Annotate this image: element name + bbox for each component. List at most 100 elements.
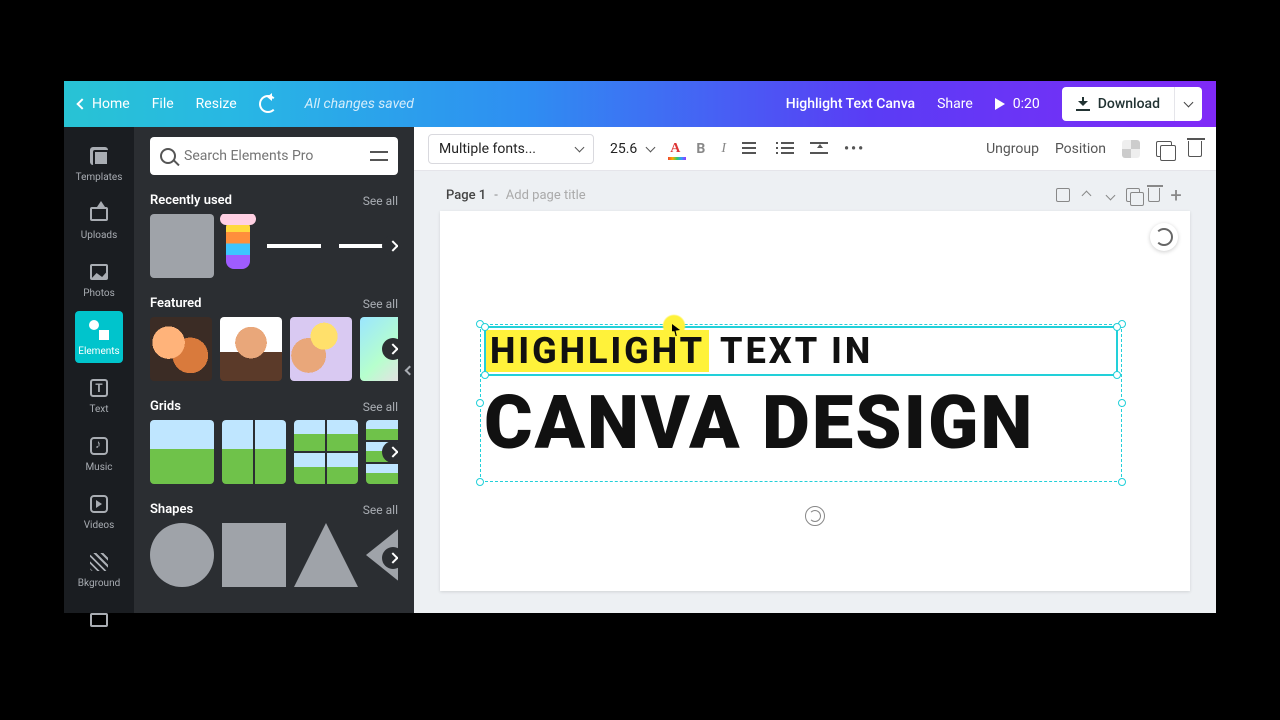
featured-thumb-2[interactable] bbox=[220, 317, 282, 381]
app-window: Home File Resize All changes saved Highl… bbox=[64, 81, 1216, 613]
filter-icon[interactable] bbox=[370, 149, 388, 163]
rail-background[interactable]: Bkground bbox=[75, 543, 123, 595]
page-notes-icon[interactable] bbox=[1056, 188, 1070, 202]
background-icon bbox=[90, 553, 108, 571]
page-up-icon[interactable] bbox=[1078, 187, 1094, 203]
recent-scroll-right[interactable] bbox=[382, 235, 398, 257]
shapes-row bbox=[150, 523, 398, 593]
recent-see-all[interactable]: See all bbox=[363, 194, 398, 208]
more-button[interactable]: ••• bbox=[844, 141, 865, 157]
duplicate-icon[interactable] bbox=[1156, 141, 1172, 157]
home-label: Home bbox=[92, 96, 130, 112]
uploads-icon bbox=[90, 207, 108, 221]
rail-videos[interactable]: Videos bbox=[75, 485, 123, 537]
text-line-1-selected[interactable]: HIGHLIGHT TEXT IN bbox=[484, 326, 1118, 376]
delete-icon[interactable] bbox=[1188, 141, 1202, 157]
featured-see-all[interactable]: See all bbox=[363, 297, 398, 311]
text-group[interactable]: HIGHLIGHT TEXT IN CANVA DESIGN bbox=[484, 326, 1118, 467]
home-button[interactable]: Home bbox=[78, 96, 130, 112]
recent-title: Recently used bbox=[150, 193, 232, 208]
videos-icon bbox=[90, 495, 108, 513]
bold-button[interactable]: B bbox=[696, 141, 705, 157]
handle-icon[interactable] bbox=[481, 323, 489, 331]
search-box[interactable] bbox=[150, 137, 398, 175]
rail-text[interactable]: TText bbox=[75, 369, 123, 421]
font-size-dropdown[interactable]: 25.6 bbox=[610, 141, 654, 157]
context-toolbar: Multiple fonts... 25.6 A B I ••• Ungroup… bbox=[414, 127, 1216, 171]
grid-thumb-1[interactable] bbox=[150, 420, 214, 484]
tool-rail: Templates Uploads Photos Elements TText … bbox=[64, 127, 134, 613]
italic-button[interactable]: I bbox=[721, 141, 726, 157]
handle-icon[interactable] bbox=[476, 399, 484, 407]
handle-icon[interactable] bbox=[1118, 399, 1126, 407]
reset-icon[interactable] bbox=[1150, 223, 1178, 251]
share-button[interactable]: Share bbox=[937, 96, 973, 112]
shapes-title: Shapes bbox=[150, 502, 193, 517]
chevron-down-icon bbox=[575, 142, 585, 152]
download-button[interactable]: Download bbox=[1062, 87, 1174, 121]
rail-elements[interactable]: Elements bbox=[75, 311, 123, 363]
grid-thumb-3[interactable] bbox=[294, 420, 358, 484]
music-icon bbox=[90, 437, 108, 455]
shapes-scroll-right[interactable] bbox=[382, 547, 398, 569]
download-caret[interactable] bbox=[1174, 87, 1202, 121]
rail-templates[interactable]: Templates bbox=[75, 137, 123, 189]
document-title[interactable]: Highlight Text Canva bbox=[786, 96, 915, 112]
top-nav: Home File Resize All changes saved Highl… bbox=[64, 81, 1216, 127]
canvas-area[interactable]: Page 1 - Add page title + bbox=[414, 171, 1216, 613]
grids-see-all[interactable]: See all bbox=[363, 400, 398, 414]
grids-row bbox=[150, 420, 398, 484]
rail-music[interactable]: Music bbox=[75, 427, 123, 479]
shape-triangle[interactable] bbox=[294, 523, 358, 587]
elements-sidebar: Recently used See all FeaturedSee all bbox=[134, 127, 414, 613]
recent-thumb-square[interactable] bbox=[150, 214, 214, 278]
rotate-handle-icon[interactable] bbox=[805, 506, 825, 526]
editor: Multiple fonts... 25.6 A B I ••• Ungroup… bbox=[414, 127, 1216, 613]
shape-square[interactable] bbox=[222, 523, 286, 587]
featured-thumb-3[interactable] bbox=[290, 317, 352, 381]
text-color-button[interactable]: A bbox=[670, 141, 680, 157]
list-button[interactable] bbox=[776, 142, 794, 156]
search-input[interactable] bbox=[184, 148, 362, 164]
resize-menu[interactable]: Resize bbox=[196, 96, 237, 112]
position-button[interactable]: Position bbox=[1055, 141, 1106, 157]
rail-more[interactable] bbox=[75, 601, 123, 639]
section-featured: FeaturedSee all bbox=[134, 290, 414, 393]
featured-scroll-right[interactable] bbox=[382, 338, 398, 360]
page-add-icon[interactable]: + bbox=[1168, 187, 1184, 203]
cursor-highlight-icon bbox=[662, 314, 686, 338]
text-line-2[interactable]: CANVA DESIGN bbox=[484, 380, 1118, 467]
recent-thumb-line[interactable] bbox=[262, 214, 326, 278]
font-dropdown[interactable]: Multiple fonts... bbox=[428, 134, 594, 164]
grids-scroll-right[interactable] bbox=[382, 441, 398, 463]
page-down-icon[interactable] bbox=[1102, 187, 1118, 203]
present-button[interactable]: 0:20 bbox=[995, 96, 1040, 112]
text-icon: T bbox=[90, 379, 108, 397]
sidebar-collapse-handle[interactable] bbox=[402, 340, 414, 400]
rail-photos[interactable]: Photos bbox=[75, 253, 123, 305]
alignment-button[interactable] bbox=[742, 142, 760, 156]
handle-icon[interactable] bbox=[1113, 323, 1121, 331]
handle-icon[interactable] bbox=[481, 371, 489, 379]
spacing-button[interactable] bbox=[810, 142, 828, 156]
download-icon bbox=[1076, 97, 1090, 111]
featured-thumb-1[interactable] bbox=[150, 317, 212, 381]
shape-circle[interactable] bbox=[150, 523, 214, 587]
grids-title: Grids bbox=[150, 399, 181, 414]
grid-thumb-2[interactable] bbox=[222, 420, 286, 484]
undo-icon[interactable] bbox=[259, 95, 277, 113]
transparency-icon[interactable] bbox=[1122, 140, 1140, 158]
shapes-see-all[interactable]: See all bbox=[363, 503, 398, 517]
recent-thumb-milkshake[interactable] bbox=[222, 214, 254, 278]
page-title-input[interactable]: Add page title bbox=[506, 188, 586, 203]
ungroup-button[interactable]: Ungroup bbox=[986, 141, 1039, 157]
nav-left-group: Home File Resize All changes saved bbox=[64, 95, 414, 113]
page-delete-icon[interactable] bbox=[1148, 188, 1160, 202]
page-duplicate-icon[interactable] bbox=[1126, 188, 1140, 202]
handle-icon[interactable] bbox=[476, 478, 484, 486]
rail-uploads[interactable]: Uploads bbox=[75, 195, 123, 247]
file-menu[interactable]: File bbox=[152, 96, 174, 112]
handle-icon[interactable] bbox=[1118, 478, 1126, 486]
canvas-page[interactable]: HIGHLIGHT TEXT IN CANVA DESIGN bbox=[440, 211, 1190, 591]
handle-icon[interactable] bbox=[1113, 371, 1121, 379]
